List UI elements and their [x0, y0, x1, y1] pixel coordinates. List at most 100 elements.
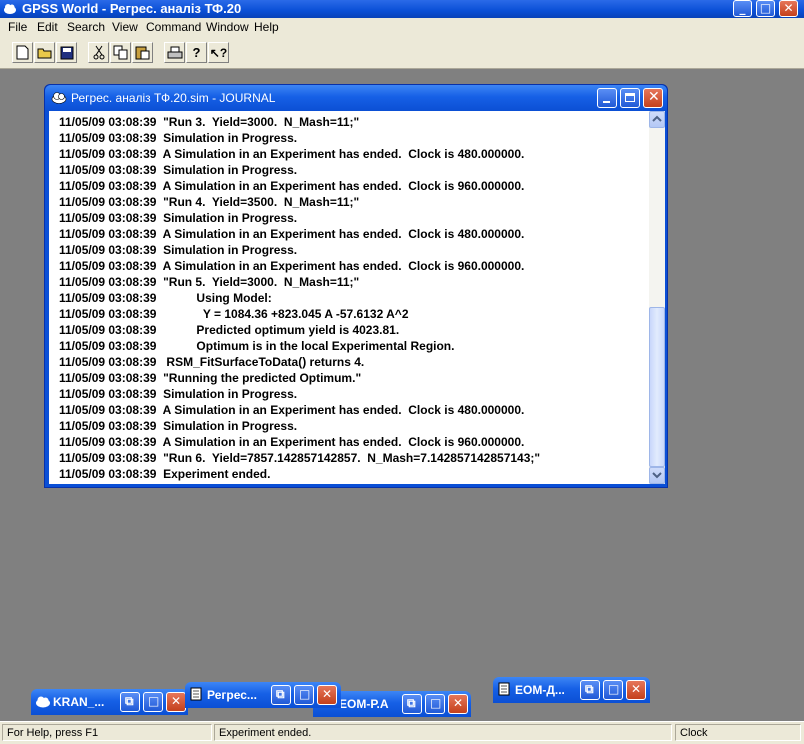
- journal-line: 11/05/09 03:08:39 Simulation in Progress…: [59, 387, 298, 401]
- minimized-window-kran[interactable]: KRAN_... ⧉ □ ✕: [31, 689, 188, 715]
- maximize-button[interactable]: □: [425, 694, 445, 714]
- journal-line: 11/05/09 03:08:39 "Running the predicted…: [59, 371, 362, 385]
- gpss-cloud-icon: [4, 4, 16, 14]
- close-icon: ✕: [453, 696, 464, 710]
- menu-edit[interactable]: Edit: [37, 20, 58, 34]
- journal-maximize-button[interactable]: [620, 88, 640, 108]
- chevron-down-icon: [652, 472, 662, 479]
- maximize-icon: □: [430, 696, 442, 710]
- journal-window: Регрес. аналіз ТФ.20.sim - JOURNAL ✕ 11/…: [44, 84, 668, 488]
- menu-window[interactable]: Window: [206, 20, 249, 34]
- paste-clipboard-icon: [135, 46, 150, 60]
- journal-minimize-button[interactable]: [597, 88, 617, 108]
- restore-icon: ⧉: [276, 687, 285, 701]
- document-icon: [498, 682, 510, 696]
- journal-line: 11/05/09 03:08:39 A Simulation in an Exp…: [59, 179, 525, 193]
- close-button[interactable]: ✕: [779, 0, 798, 17]
- restore-icon: ⧉: [125, 694, 134, 708]
- new-button[interactable]: [12, 42, 33, 63]
- status-clock: Clock: [675, 724, 801, 741]
- journal-line: 11/05/09 03:08:39 A Simulation in an Exp…: [59, 403, 525, 417]
- scroll-thumb[interactable]: [649, 307, 665, 467]
- journal-close-button[interactable]: ✕: [643, 88, 663, 108]
- journal-title-bar[interactable]: Регрес. аналіз ТФ.20.sim - JOURNAL ✕: [45, 85, 667, 111]
- minimized-title: ЕОМ-Д...: [515, 683, 565, 697]
- journal-line: 11/05/09 03:08:39 "Run 3. Yield=3000. N_…: [59, 115, 360, 129]
- maximize-icon: □: [148, 694, 160, 708]
- minimize-icon: _: [739, 1, 746, 15]
- new-file-icon: [16, 45, 29, 60]
- open-button[interactable]: [34, 42, 55, 63]
- journal-line: 11/05/09 03:08:39 Using Model:: [59, 291, 272, 305]
- journal-scrollbar[interactable]: [649, 111, 665, 484]
- journal-line: 11/05/09 03:08:39 Experiment ended.: [59, 467, 271, 481]
- journal-line: 11/05/09 03:08:39 Simulation in Progress…: [59, 211, 298, 225]
- restore-icon: ⧉: [585, 682, 594, 696]
- maximize-button[interactable]: □: [756, 0, 775, 17]
- menu-file[interactable]: File: [8, 20, 27, 34]
- menu-bar: File Edit Search View Command Window Hel…: [0, 18, 804, 37]
- journal-line: 11/05/09 03:08:39 Optimum is in the loca…: [59, 339, 455, 353]
- maximize-button[interactable]: □: [294, 685, 314, 705]
- journal-text-area[interactable]: 11/05/09 03:08:39 "Run 3. Yield=3000. N_…: [49, 111, 649, 484]
- minimized-window-eom-d[interactable]: ЕОМ-Д... ⧉ □ ✕: [493, 677, 650, 703]
- close-button[interactable]: ✕: [317, 685, 337, 705]
- status-message: Experiment ended.: [214, 724, 672, 741]
- chevron-up-icon: [652, 115, 662, 122]
- status-help: For Help, press F1: [2, 724, 212, 741]
- journal-title: Регрес. аналіз ТФ.20.sim - JOURNAL: [71, 91, 276, 105]
- pointer-question-icon: ↖?: [209, 45, 228, 60]
- toolbar: ? ↖?: [0, 37, 804, 69]
- close-icon: ✕: [171, 694, 182, 708]
- question-mark-icon: ?: [192, 45, 201, 60]
- maximize-button[interactable]: □: [143, 692, 163, 712]
- copy-button[interactable]: [110, 42, 131, 63]
- journal-line: 11/05/09 03:08:39 Simulation in Progress…: [59, 243, 298, 257]
- menu-command[interactable]: Command: [146, 20, 201, 34]
- journal-line: 11/05/09 03:08:39 Predicted optimum yiel…: [59, 323, 400, 337]
- menu-view[interactable]: View: [112, 20, 138, 34]
- menu-search[interactable]: Search: [67, 20, 105, 34]
- close-icon: ✕: [631, 682, 642, 696]
- context-help-button[interactable]: ↖?: [208, 42, 229, 63]
- minimize-icon: [603, 101, 610, 103]
- restore-button[interactable]: ⧉: [402, 694, 422, 714]
- minimized-title: KRAN_...: [53, 695, 105, 709]
- app-title: GPSS World - Регрес. аналіз ТФ.20: [22, 1, 242, 16]
- restore-button[interactable]: ⧉: [580, 680, 600, 700]
- scissors-icon: [93, 45, 104, 60]
- journal-line: 11/05/09 03:08:39 "Run 5. Yield=3000. N_…: [59, 275, 360, 289]
- maximize-icon: □: [299, 687, 311, 701]
- minimize-button[interactable]: _: [733, 0, 752, 17]
- journal-line: 11/05/09 03:08:39 Y = 1084.36 +823.045 A…: [59, 307, 409, 321]
- maximize-icon: [625, 93, 635, 102]
- journal-line: 11/05/09 03:08:39 A Simulation in an Exp…: [59, 147, 525, 161]
- app-title-bar[interactable]: GPSS World - Регрес. аналіз ТФ.20 _ □ ✕: [0, 0, 804, 18]
- maximize-button[interactable]: □: [603, 680, 623, 700]
- minimized-title: Регрес...: [207, 688, 257, 702]
- gpss-cloud-icon: [36, 696, 50, 708]
- restore-icon: ⧉: [407, 696, 416, 710]
- restore-button[interactable]: ⧉: [271, 685, 291, 705]
- close-button[interactable]: ✕: [166, 692, 186, 712]
- maximize-icon: □: [759, 1, 772, 15]
- open-folder-icon: [37, 48, 51, 59]
- scroll-up-button[interactable]: [649, 111, 665, 128]
- maximize-icon: □: [608, 682, 620, 696]
- close-button[interactable]: ✕: [448, 694, 468, 714]
- restore-button[interactable]: ⧉: [120, 692, 140, 712]
- printer-icon: [167, 46, 182, 58]
- journal-line: 11/05/09 03:08:39 Simulation in Progress…: [59, 163, 298, 177]
- print-button[interactable]: [164, 42, 185, 63]
- journal-line: 11/05/09 03:08:39 Simulation in Progress…: [59, 131, 298, 145]
- cut-button[interactable]: [88, 42, 109, 63]
- close-button[interactable]: ✕: [626, 680, 646, 700]
- help-button[interactable]: ?: [186, 42, 207, 63]
- menu-help[interactable]: Help: [254, 20, 279, 34]
- status-bar: For Help, press F1 Experiment ended. Clo…: [0, 721, 804, 744]
- save-button[interactable]: [56, 42, 77, 63]
- paste-button[interactable]: [132, 42, 153, 63]
- minimized-title: ЕОМ-Р.А: [339, 697, 389, 711]
- scroll-down-button[interactable]: [649, 467, 665, 484]
- minimized-window-regres[interactable]: Регрес... ⧉ □ ✕: [185, 682, 341, 708]
